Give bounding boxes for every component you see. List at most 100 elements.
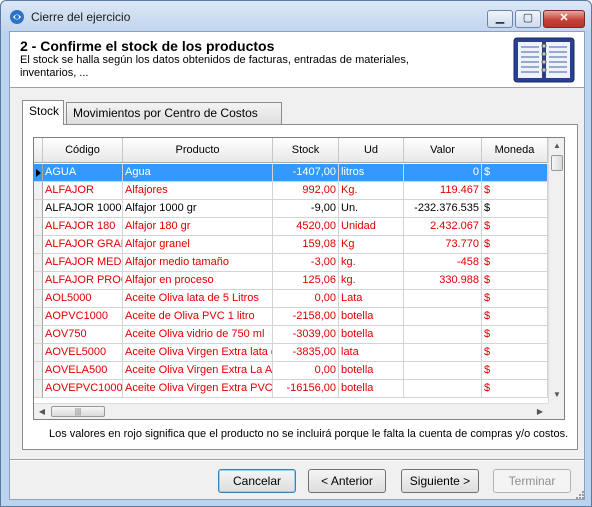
table-row[interactable]: ALFAJOR 180 Alfajor 180 gr 4520,00 Unidad 2.… xyxy=(34,218,548,236)
cell-producto[interactable]: Alfajor 180 gr xyxy=(123,218,273,236)
cell-producto[interactable]: Aceite de Oliva PVC 1 litro xyxy=(123,308,273,326)
table-row[interactable]: AOL5000 Aceite Oliva lata de 5 Litros 0,00… xyxy=(34,290,548,308)
cell-valor[interactable]: 2.432.067 xyxy=(404,218,482,236)
cell-producto[interactable]: Alfajores xyxy=(123,182,273,200)
table-row[interactable]: ALFAJOR Alfajores 992,00 Kg. 119.467 $ xyxy=(34,182,548,200)
table-row[interactable]: AOVEPVC1000 Aceite Oliva Virgen Extra PVC… xyxy=(34,380,548,398)
cell-ud[interactable]: Unidad xyxy=(339,218,404,236)
cell-codigo[interactable]: ALFAJOR 1000 xyxy=(43,200,123,218)
resize-grip-icon[interactable] xyxy=(576,491,584,499)
cell-codigo[interactable]: ALFAJOR PROC xyxy=(43,272,123,290)
next-button[interactable]: Siguiente > xyxy=(401,469,479,493)
cell-producto[interactable]: Aceite Oliva Virgen Extra La Aca xyxy=(123,362,273,380)
row-indicator[interactable] xyxy=(34,218,43,236)
table-row[interactable]: AOPVC1000 Aceite de Oliva PVC 1 litro -215… xyxy=(34,308,548,326)
table-row[interactable]: ALFAJOR MEDIOAlfajor medio tamaño-3,00kg… xyxy=(34,254,548,272)
cell-producto[interactable]: Aceite Oliva Virgen Extra PVC xyxy=(123,380,273,398)
row-indicator[interactable] xyxy=(34,254,43,272)
cell-ud[interactable]: kg. xyxy=(339,254,404,272)
row-indicator[interactable] xyxy=(34,164,43,182)
cell-moneda[interactable]: $ xyxy=(482,218,548,236)
table-row[interactable]: ALFAJOR GRAN Alfajor granel 159,08 Kg 73.770… xyxy=(34,236,548,254)
cell-codigo[interactable]: AOV750 xyxy=(43,326,123,344)
cell-stock[interactable]: 125,06 xyxy=(273,272,339,290)
cell-stock[interactable]: -2158,00 xyxy=(273,308,339,326)
column-header-ud[interactable]: Ud xyxy=(339,138,404,163)
cell-valor[interactable] xyxy=(404,344,482,362)
cell-moneda[interactable]: $ xyxy=(482,182,548,200)
cell-valor[interactable]: -232.376.535 xyxy=(404,200,482,218)
title-bar[interactable]: Cierre del ejercicio ▁ ▢ ✕ xyxy=(1,1,591,31)
cell-codigo[interactable]: ALFAJOR MEDIO xyxy=(43,254,123,272)
cell-codigo[interactable]: AOVEPVC1000 xyxy=(43,380,123,398)
cell-ud[interactable]: kg. xyxy=(339,272,404,290)
cell-producto[interactable]: Aceite Oliva Virgen Extra lata de xyxy=(123,344,273,362)
scroll-left-arrow-icon[interactable]: ◀ xyxy=(34,404,50,419)
table-row[interactable]: ALFAJOR PROC Alfajor en proceso 125,06 kg. 3… xyxy=(34,272,548,290)
row-indicator[interactable] xyxy=(34,344,43,362)
cell-ud[interactable]: Lata xyxy=(339,290,404,308)
cell-producto[interactable]: Alfajor medio tamaño xyxy=(123,254,273,272)
cell-codigo[interactable]: AOVELA500 xyxy=(43,362,123,380)
cell-producto[interactable]: Aceite Oliva lata de 5 Litros xyxy=(123,290,273,308)
cell-codigo[interactable]: ALFAJOR GRAN xyxy=(43,236,123,254)
cell-moneda[interactable]: $ xyxy=(482,380,548,398)
cell-valor[interactable] xyxy=(404,290,482,308)
cell-ud[interactable]: botella xyxy=(339,362,404,380)
row-indicator[interactable] xyxy=(34,182,43,200)
cell-stock[interactable]: -16156,00 xyxy=(273,380,339,398)
table-row[interactable]: AOVEL5000 Aceite Oliva Virgen Extra lata … xyxy=(34,344,548,362)
cell-stock[interactable]: -1407,00 xyxy=(273,164,339,182)
row-indicator[interactable] xyxy=(34,236,43,254)
cell-ud[interactable]: botella xyxy=(339,326,404,344)
horizontal-scrollbar[interactable]: ◀ ||| ▶ xyxy=(34,403,548,419)
table-row[interactable]: ALFAJOR 1000 Alfajor 1000 gr -9,00 Un. -232.… xyxy=(34,200,548,218)
cell-producto[interactable]: Alfajor 1000 gr xyxy=(123,200,273,218)
cell-valor[interactable]: 0 xyxy=(404,164,482,182)
finish-button[interactable]: Terminar xyxy=(493,469,571,493)
cell-stock[interactable]: 4520,00 xyxy=(273,218,339,236)
cell-moneda[interactable]: $ xyxy=(482,344,548,362)
row-indicator[interactable] xyxy=(34,380,43,398)
cell-codigo[interactable]: AOVEL5000 xyxy=(43,344,123,362)
cell-stock[interactable]: -3,00 xyxy=(273,254,339,272)
scroll-up-arrow-icon[interactable]: ▲ xyxy=(549,138,564,154)
cell-codigo[interactable]: AOPVC1000 xyxy=(43,308,123,326)
cell-stock[interactable]: -9,00 xyxy=(273,200,339,218)
maximize-button[interactable]: ▢ xyxy=(515,10,541,28)
cell-moneda[interactable]: $ xyxy=(482,272,548,290)
cell-stock[interactable]: 992,00 xyxy=(273,182,339,200)
cell-valor[interactable] xyxy=(404,380,482,398)
column-header-stock[interactable]: Stock xyxy=(273,138,339,163)
cell-ud[interactable]: Un. xyxy=(339,200,404,218)
column-header-codigo[interactable]: Código xyxy=(43,138,123,163)
horizontal-scroll-thumb[interactable]: ||| xyxy=(51,406,105,417)
cell-valor[interactable]: 330.988 xyxy=(404,272,482,290)
vertical-scroll-thumb[interactable] xyxy=(551,155,563,171)
cell-stock[interactable]: 0,00 xyxy=(273,362,339,380)
cell-ud[interactable]: Kg. xyxy=(339,182,404,200)
cell-codigo[interactable]: ALFAJOR xyxy=(43,182,123,200)
cell-stock[interactable]: 159,08 xyxy=(273,236,339,254)
close-button[interactable]: ✕ xyxy=(543,10,585,28)
column-header-producto[interactable]: Producto xyxy=(123,138,273,163)
cell-moneda[interactable]: $ xyxy=(482,200,548,218)
cell-producto[interactable]: Alfajor en proceso xyxy=(123,272,273,290)
cell-valor[interactable] xyxy=(404,308,482,326)
cell-codigo[interactable]: ALFAJOR 180 xyxy=(43,218,123,236)
cell-moneda[interactable]: $ xyxy=(482,164,548,182)
row-indicator[interactable] xyxy=(34,362,43,380)
cell-ud[interactable]: Kg xyxy=(339,236,404,254)
cell-valor[interactable]: 119.467 xyxy=(404,182,482,200)
minimize-button[interactable]: ▁ xyxy=(487,10,513,28)
cell-ud[interactable]: botella xyxy=(339,380,404,398)
row-indicator[interactable] xyxy=(34,308,43,326)
row-indicator[interactable] xyxy=(34,290,43,308)
cell-producto[interactable]: Agua xyxy=(123,164,273,182)
cell-codigo[interactable]: AGUA xyxy=(43,164,123,182)
row-indicator[interactable] xyxy=(34,272,43,290)
cell-ud[interactable]: botella xyxy=(339,308,404,326)
tab-stock[interactable]: Stock xyxy=(22,100,64,125)
cell-moneda[interactable]: $ xyxy=(482,326,548,344)
cell-moneda[interactable]: $ xyxy=(482,290,548,308)
